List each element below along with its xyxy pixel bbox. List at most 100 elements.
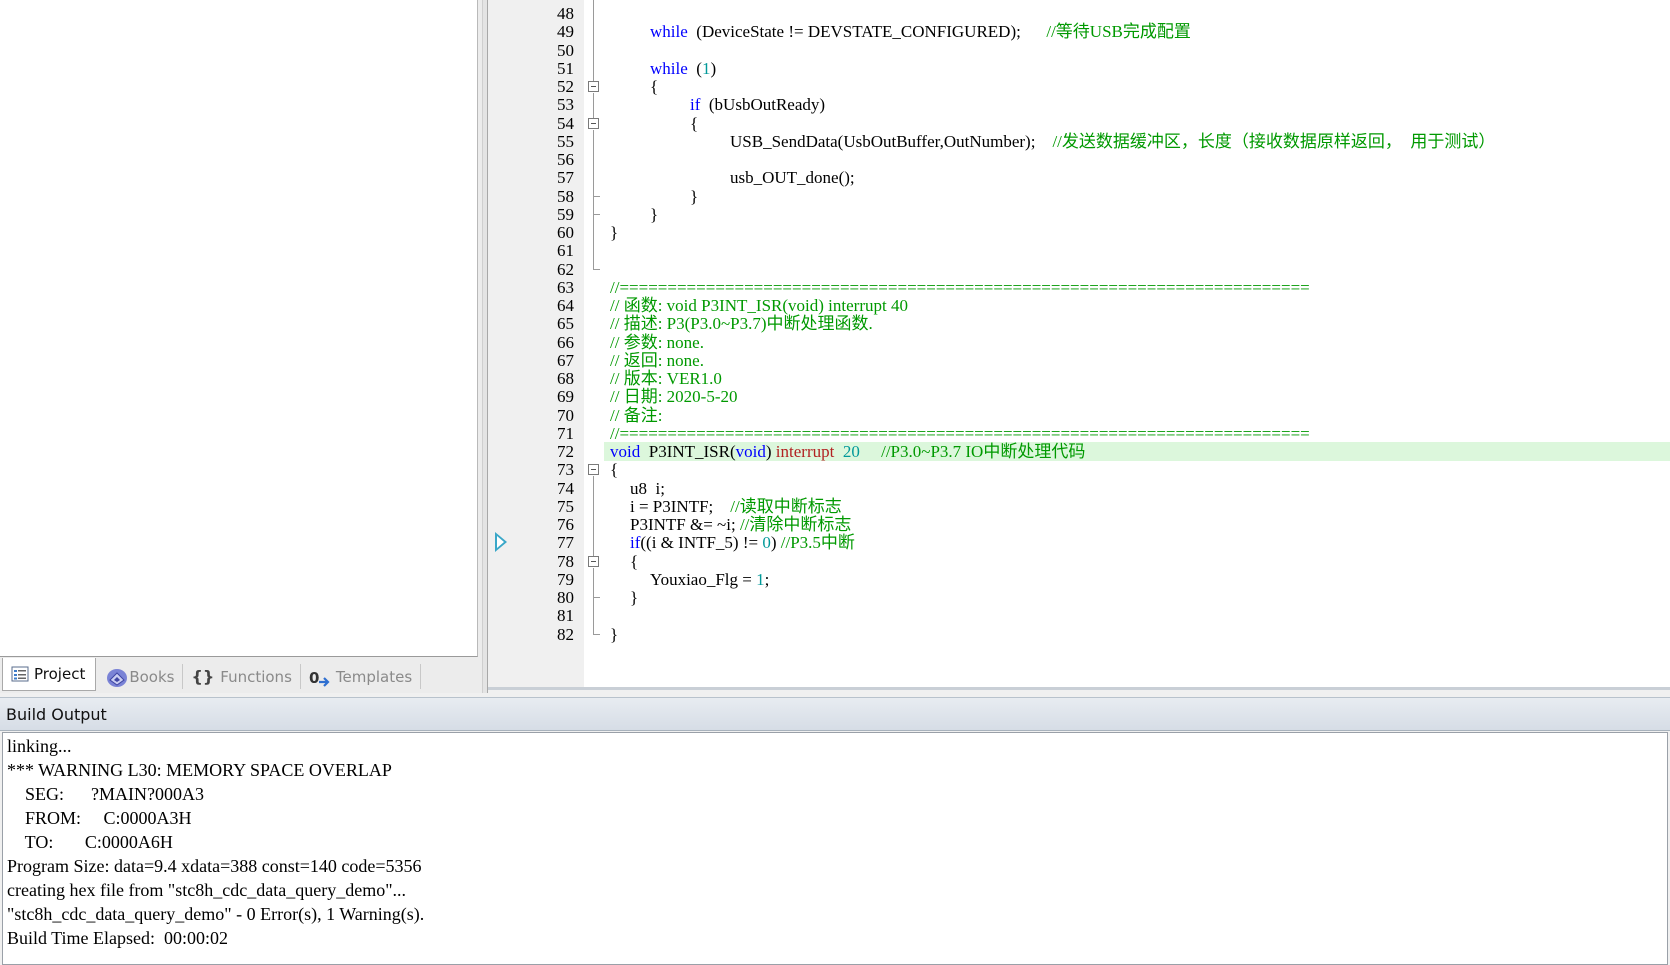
fold-margin[interactable] bbox=[584, 0, 604, 687]
code-token: // 函数: void P3INT_ISR(void) interrupt 40 bbox=[610, 296, 908, 315]
code-line[interactable]: // 描述: P3(P3.0~P3.7)中断处理函数. bbox=[610, 314, 873, 333]
code-token: //发送数据缓冲区，长度（接收数据原样返回， 用于测试） bbox=[1052, 131, 1496, 151]
code-token: //======================================… bbox=[610, 277, 1310, 297]
code-line[interactable]: //======================================… bbox=[610, 424, 1310, 443]
fold-end-marker bbox=[593, 213, 600, 215]
line-number: 58 bbox=[557, 186, 574, 206]
code-line[interactable]: // 参数: none. bbox=[610, 333, 704, 352]
fold-end-marker bbox=[593, 633, 600, 635]
code-line[interactable]: if (bUsbOutReady) bbox=[690, 95, 825, 114]
code-area[interactable]: while (DeviceState != DEVSTATE_CONFIGURE… bbox=[604, 0, 1670, 687]
code-token: //P3.0~P3.7 IO中断处理代码 bbox=[881, 442, 1086, 461]
line-number: 63 bbox=[557, 277, 574, 297]
fold-guide-line bbox=[593, 567, 594, 635]
code-line[interactable]: // 备注: bbox=[610, 406, 662, 425]
line-number: 82 bbox=[557, 624, 574, 644]
code-token: } bbox=[650, 204, 659, 224]
code-token: } bbox=[690, 186, 699, 206]
code-token: ) bbox=[765, 442, 776, 461]
line-number: 59 bbox=[557, 204, 574, 224]
code-line[interactable]: // 日期: 2020-5-20 bbox=[610, 387, 738, 406]
project-panel: Project Books {} Functions 0 Templates bbox=[0, 0, 482, 693]
code-line[interactable]: } bbox=[690, 187, 698, 206]
build-output-panel[interactable]: linking... *** WARNING L30: MEMORY SPACE … bbox=[2, 732, 1668, 965]
line-number: 54 bbox=[557, 113, 574, 133]
code-token: if bbox=[630, 533, 641, 553]
build-output-line: FROM: C:0000A3H bbox=[7, 808, 192, 828]
line-number: 75 bbox=[557, 496, 574, 516]
books-icon bbox=[106, 668, 128, 687]
fold-collapse-icon[interactable] bbox=[588, 555, 599, 567]
line-number: 81 bbox=[557, 606, 574, 626]
code-line[interactable]: //======================================… bbox=[610, 278, 1310, 297]
project-tree[interactable] bbox=[0, 0, 478, 657]
fold-collapse-icon[interactable] bbox=[588, 117, 599, 129]
code-line[interactable]: P3INTF &= ~i; //清除中断标志 bbox=[630, 515, 851, 534]
code-token: } bbox=[610, 624, 619, 644]
code-line[interactable]: void P3INT_ISR(void) interrupt 20 //P3.0… bbox=[610, 442, 1085, 461]
line-number: 70 bbox=[557, 405, 574, 425]
code-line[interactable]: // 返回: none. bbox=[610, 351, 704, 370]
code-line[interactable]: { bbox=[690, 114, 698, 133]
code-token: // 版本: VER1.0 bbox=[610, 369, 722, 388]
code-line[interactable]: { bbox=[630, 552, 638, 571]
code-token: { bbox=[650, 77, 659, 96]
code-token: while bbox=[650, 22, 688, 42]
code-line[interactable]: Youxiao_Flg = 1; bbox=[650, 570, 769, 589]
code-token: { bbox=[630, 551, 639, 571]
code-token: ( bbox=[687, 58, 702, 78]
code-line[interactable]: USB_SendData(UsbOutBuffer,OutNumber); //… bbox=[730, 132, 1495, 151]
code-line[interactable]: { bbox=[650, 77, 658, 96]
code-token: //读取中断标志 bbox=[730, 496, 842, 516]
line-number: 62 bbox=[557, 259, 574, 279]
code-line[interactable]: usb_OUT_done(); bbox=[730, 168, 855, 187]
code-line[interactable]: // 函数: void P3INT_ISR(void) interrupt 40 bbox=[610, 296, 908, 315]
code-token: void bbox=[735, 442, 766, 461]
code-line[interactable]: { bbox=[610, 460, 618, 479]
line-number: 53 bbox=[557, 95, 574, 115]
line-number: 49 bbox=[557, 22, 574, 42]
code-line[interactable]: if((i & INTF_5) != 0) //P3.5中断 bbox=[630, 533, 855, 552]
build-output-line: SEG: ?MAIN?000A3 bbox=[7, 784, 204, 804]
project-panel-tabs: Project Books {} Functions 0 Templates bbox=[0, 658, 480, 693]
build-output-line: Program Size: data=9.4 xdata=388 const=1… bbox=[7, 856, 422, 876]
line-number: 51 bbox=[557, 58, 574, 78]
tab-books-label: Books bbox=[129, 667, 175, 686]
code-line[interactable]: while (1) bbox=[650, 59, 716, 78]
code-line[interactable]: u8 i; bbox=[630, 479, 665, 498]
fold-collapse-icon[interactable] bbox=[588, 81, 599, 92]
code-token: i = P3INTF; bbox=[630, 496, 731, 516]
build-output-line: TO: C:0000A6H bbox=[7, 832, 173, 852]
line-number: 57 bbox=[557, 168, 574, 188]
code-token: } bbox=[630, 588, 639, 607]
code-token: u8 i; bbox=[630, 478, 665, 498]
code-token: void bbox=[610, 442, 641, 461]
code-line[interactable]: i = P3INTF; //读取中断标志 bbox=[630, 497, 842, 516]
line-number: 56 bbox=[557, 150, 574, 169]
code-token: //等待USB完成配置 bbox=[1046, 22, 1191, 42]
code-line[interactable]: } bbox=[610, 625, 618, 644]
fold-collapse-icon[interactable] bbox=[588, 464, 599, 476]
code-line[interactable]: // 版本: VER1.0 bbox=[610, 369, 722, 388]
fold-guide-line bbox=[593, 93, 594, 118]
line-number: 69 bbox=[557, 387, 574, 407]
line-number: 61 bbox=[557, 241, 574, 261]
code-line[interactable]: } bbox=[650, 205, 658, 224]
code-line[interactable]: while (DeviceState != DEVSTATE_CONFIGURE… bbox=[650, 22, 1191, 41]
code-token: usb_OUT_done(); bbox=[730, 168, 855, 188]
tab-project-label: Project bbox=[34, 665, 86, 683]
code-line[interactable]: } bbox=[610, 223, 618, 242]
line-number: 79 bbox=[557, 569, 574, 589]
tab-functions[interactable]: {} Functions bbox=[183, 664, 301, 689]
code-line[interactable]: } bbox=[630, 588, 638, 607]
tab-project[interactable]: Project bbox=[2, 658, 97, 691]
tab-books[interactable]: Books bbox=[98, 664, 184, 689]
fold-end-marker bbox=[593, 597, 600, 598]
code-token: //P3.5中断 bbox=[780, 533, 855, 553]
tab-templates[interactable]: 0 Templates bbox=[301, 664, 422, 689]
fold-guide-line bbox=[593, 129, 594, 270]
code-token: while bbox=[650, 58, 688, 78]
code-token: { bbox=[610, 460, 619, 480]
code-editor[interactable]: 48 49 50 51 52 53 54 55 56 57 58 59 60 61 62 63 64 65 66 67… bbox=[488, 0, 1670, 690]
